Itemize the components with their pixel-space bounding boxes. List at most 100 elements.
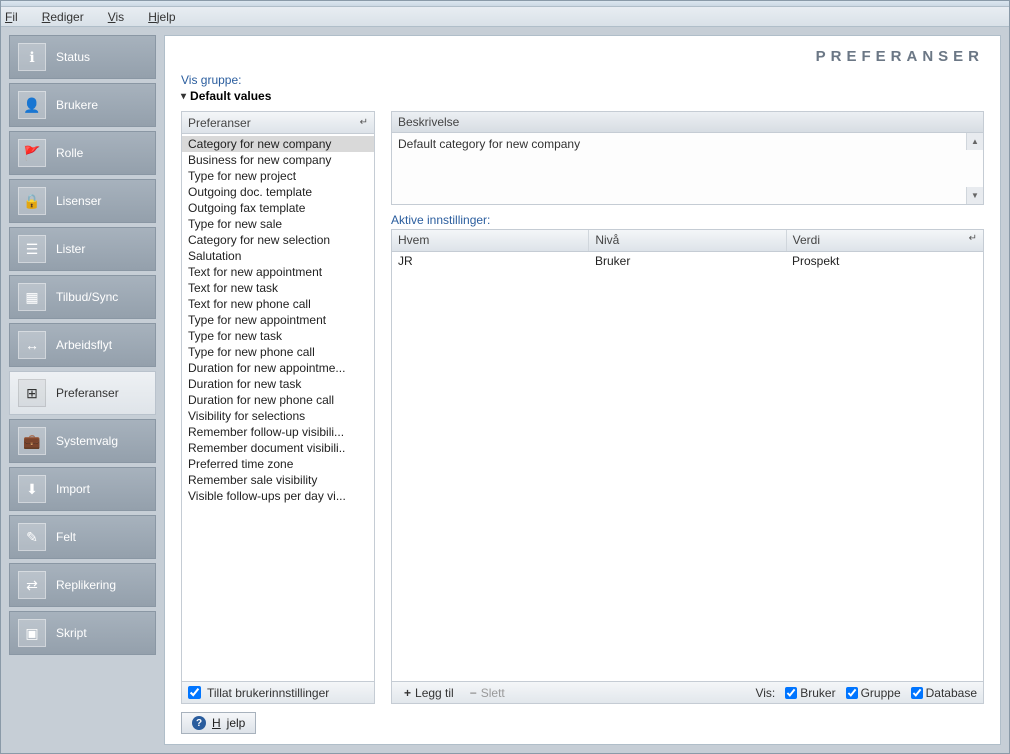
filter-database[interactable]: Database [911, 686, 977, 700]
list-item[interactable]: Salutation [182, 248, 374, 264]
sidebar-item-lister[interactable]: ☰ Lister [9, 227, 156, 271]
allow-user-settings-row: Tillat brukerinnstillinger [182, 681, 374, 703]
sidebar-item-label: Status [56, 50, 90, 64]
cell-niva: Bruker [589, 252, 786, 272]
scroll-down-icon[interactable]: ▼ [966, 187, 983, 204]
arbeidsflyt-icon: ↔ [18, 331, 46, 359]
skript-icon: ▣ [18, 619, 46, 647]
preferanser-icon: ⊞ [18, 379, 46, 407]
import-icon: ⬇ [18, 475, 46, 503]
list-item[interactable]: Outgoing fax template [182, 200, 374, 216]
sidebar-item-label: Felt [56, 530, 76, 544]
sidebar-item-lisenser[interactable]: 🔒 Lisenser [9, 179, 156, 223]
list-item[interactable]: Text for new phone call [182, 296, 374, 312]
sidebar-item-label: Arbeidsflyt [56, 338, 112, 352]
page-title: PREFERANSER [181, 48, 984, 65]
list-item[interactable]: Text for new appointment [182, 264, 374, 280]
main-panel: PREFERANSER Vis gruppe: Default values P… [164, 35, 1001, 745]
col-verdi[interactable]: Verdi↵ [787, 230, 983, 251]
sidebar-item-label: Tilbud/Sync [56, 290, 118, 304]
col-niva[interactable]: Nivå [589, 230, 786, 251]
sidebar-item-skript[interactable]: ▣Skript [9, 611, 156, 655]
sidebar-item-label: Brukere [56, 98, 98, 112]
menu-hjelp[interactable]: Hjelp [148, 10, 187, 24]
list-item[interactable]: Type for new project [182, 168, 374, 184]
replikering-icon: ⇄ [18, 571, 46, 599]
tilbud-sync-icon: ▦ [18, 283, 46, 311]
group-label: Vis gruppe: [181, 73, 984, 87]
add-button[interactable]: + Legg til [398, 684, 460, 702]
table-row[interactable]: JRBrukerProspekt [392, 252, 983, 272]
list-item[interactable]: Category for new selection [182, 232, 374, 248]
lisenser-icon: 🔒 [18, 187, 46, 215]
list-item[interactable]: Type for new phone call [182, 344, 374, 360]
col-hvem[interactable]: Hvem [392, 230, 589, 251]
sidebar-item-label: Import [56, 482, 90, 496]
sidebar-item-status[interactable]: ℹ Status [9, 35, 156, 79]
status-icon: ℹ [18, 43, 46, 71]
filter-bruker[interactable]: Bruker [785, 686, 835, 700]
list-item[interactable]: Type for new appointment [182, 312, 374, 328]
description-body: Default category for new company ▲ ▼ [391, 133, 984, 205]
list-item[interactable]: Outgoing doc. template [182, 184, 374, 200]
list-item[interactable]: Duration for new phone call [182, 392, 374, 408]
table-header: Hvem Nivå Verdi↵ [392, 230, 983, 252]
table-body[interactable]: JRBrukerProspekt [392, 252, 983, 681]
brukere-icon: 👤 [18, 91, 46, 119]
sidebar-item-systemvalg[interactable]: 💼Systemvalg [9, 419, 156, 463]
list-item[interactable]: Preferred time zone [182, 456, 374, 472]
filter-gruppe[interactable]: Gruppe [846, 686, 901, 700]
active-settings-table: Hvem Nivå Verdi↵ JRBrukerProspekt + Legg… [391, 229, 984, 704]
list-item[interactable]: Remember sale visibility [182, 472, 374, 488]
sidebar-item-replikering[interactable]: ⇄ Replikering [9, 563, 156, 607]
list-item[interactable]: Text for new task [182, 280, 374, 296]
scroll-up-icon[interactable]: ▲ [966, 133, 983, 150]
list-item[interactable]: Duration for new task [182, 376, 374, 392]
app-window: Fil Rediger Vis Hjelp ℹ Status 👤 Brukere 🚩 Ro… [0, 0, 1010, 754]
sidebar-item-preferanser[interactable]: ⊞Preferanser [9, 371, 156, 415]
allow-user-label: Tillat brukerinnstillinger [207, 686, 329, 700]
list-item[interactable]: Remember document visibili.. [182, 440, 374, 456]
list-item[interactable]: Business for new company [182, 152, 374, 168]
sidebar-item-arbeidsflyt[interactable]: ↔ Arbeidsflyt [9, 323, 156, 367]
felt-icon: ✎ [18, 523, 46, 551]
group-dropdown[interactable]: Default values [181, 89, 984, 103]
description-header: Beskrivelse [391, 111, 984, 133]
allow-user-checkbox[interactable] [188, 686, 201, 699]
sidebar-item-label: Lisenser [56, 194, 101, 208]
list-item[interactable]: Visible follow-ups per day vi... [182, 488, 374, 504]
cell-verdi: Prospekt [786, 252, 983, 272]
sidebar: ℹ Status 👤 Brukere 🚩 Rolle 🔒 Lisenser ☰ Lister ▦ Ti… [9, 35, 156, 745]
lister-icon: ☰ [18, 235, 46, 263]
help-button[interactable]: ? Hjelp [181, 712, 256, 734]
sidebar-item-rolle[interactable]: 🚩 Rolle [9, 131, 156, 175]
sort-icon: ↵ [360, 117, 368, 128]
panels: Preferanser↵ Category for new companyBus… [181, 111, 984, 704]
sidebar-item-import[interactable]: ⬇ Import [9, 467, 156, 511]
list-item[interactable]: Type for new sale [182, 216, 374, 232]
right-panel: Beskrivelse Default category for new com… [391, 111, 984, 704]
sidebar-item-label: Lister [56, 242, 85, 256]
prefs-list[interactable]: Category for new companyBusiness for new… [182, 134, 374, 681]
menu-rediger[interactable]: Rediger [42, 10, 96, 24]
systemvalg-icon: 💼 [18, 427, 46, 455]
table-footer: + Legg til − Slett Vis: Bruker Gruppe Da… [392, 681, 983, 703]
menu-fil[interactable]: Fil [5, 10, 30, 24]
cell-hvem: JR [392, 252, 589, 272]
sidebar-item-label: Rolle [56, 146, 83, 160]
sort-icon: ↵ [969, 233, 977, 244]
sidebar-item-brukere[interactable]: 👤 Brukere [9, 83, 156, 127]
prefs-column-header[interactable]: Preferanser↵ [182, 112, 374, 134]
delete-button[interactable]: − Slett [464, 684, 511, 702]
menubar: Fil Rediger Vis Hjelp [1, 7, 1009, 27]
rolle-icon: 🚩 [18, 139, 46, 167]
sidebar-item-label: Replikering [56, 578, 116, 592]
sidebar-item-felt[interactable]: ✎ Felt [9, 515, 156, 559]
menu-vis[interactable]: Vis [108, 10, 136, 24]
list-item[interactable]: Category for new company [182, 136, 374, 152]
list-item[interactable]: Duration for new appointme... [182, 360, 374, 376]
list-item[interactable]: Type for new task [182, 328, 374, 344]
list-item[interactable]: Visibility for selections [182, 408, 374, 424]
sidebar-item-tilbud-sync[interactable]: ▦ Tilbud/Sync [9, 275, 156, 319]
list-item[interactable]: Remember follow-up visibili... [182, 424, 374, 440]
